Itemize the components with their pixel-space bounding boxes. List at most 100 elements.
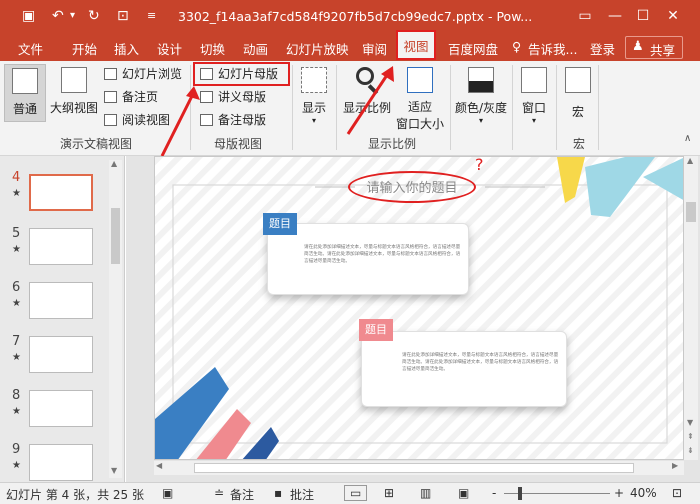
ribbon-options-icon[interactable]: ▭ (572, 4, 598, 28)
thumb-star: ★ (12, 460, 21, 471)
thumbnail-slide-6[interactable] (29, 282, 93, 319)
tab-slideshow[interactable]: 幻灯片放映 (286, 39, 349, 58)
thumb-number: 7 (12, 334, 21, 349)
notes-master-icon (200, 113, 213, 126)
thumbnail-scroll-thumb[interactable] (111, 208, 120, 264)
status-bar: 幻灯片 第 4 张，共 25 张 ▣ ≐ 备注 ▪ 批注 ▭ ⊞ ▥ ▣ - +… (0, 482, 700, 504)
share-button[interactable]: ♟ 共享 (625, 36, 683, 59)
tab-home[interactable]: 开始 (72, 39, 97, 58)
card-2-text: 请在此处添加详细描述文本，尽量与标题文本语言风格相符合，语言描述尽量简洁生动。请… (402, 353, 559, 372)
window-button[interactable]: 窗口 ▾ (516, 64, 552, 126)
redo-icon[interactable]: ↻ (88, 7, 100, 25)
title-bar: ▣ ↶ ▾ ↻ ⊡ ≡ 3302_f14aa3af7cd584f9207fb5d… (0, 0, 700, 34)
login-link[interactable]: 登录 (590, 39, 615, 58)
tab-animations[interactable]: 动画 (243, 39, 268, 58)
save-icon[interactable]: ▣ (22, 7, 35, 25)
notes-page-icon (104, 90, 117, 103)
zoom-button[interactable]: 显示比例 (340, 64, 394, 122)
macros-icon (565, 67, 591, 93)
fit-window-icon (407, 67, 433, 93)
thumbnail-slide-8[interactable] (29, 390, 93, 427)
thumb-star: ★ (12, 244, 21, 255)
person-icon: ♟ (632, 39, 644, 54)
sorter-view-status-icon[interactable]: ⊞ (384, 486, 394, 500)
thumb-number: 6 (12, 280, 21, 295)
fit-slide-icon[interactable]: ⊡ (672, 486, 682, 500)
tab-baidu[interactable]: 百度网盘 (448, 39, 498, 58)
group-label-master-views: 母版视图 (214, 137, 263, 151)
tell-me[interactable]: 告诉我... (528, 39, 577, 58)
handout-master-button[interactable]: 讲义母版 (200, 87, 266, 107)
thumbnail-scrollbar[interactable]: ▲ ▼ (109, 159, 122, 478)
normal-view-icon (12, 68, 38, 94)
reading-view-button[interactable]: 阅读视图 (104, 110, 170, 130)
normal-view-status-icon[interactable]: ▭ (344, 485, 368, 501)
zoom-level[interactable]: 40% (630, 486, 657, 500)
thumb-star: ★ (12, 298, 21, 309)
card-2-tag: 题目 (359, 319, 393, 341)
thumb-number: 5 (12, 226, 21, 241)
editor-horizontal-scrollbar[interactable]: ◀ ▶ (154, 461, 684, 475)
slide-sorter-button[interactable]: 幻灯片浏览 (104, 64, 182, 84)
thumbnail-slide-7[interactable] (29, 336, 93, 373)
reading-view-status-icon[interactable]: ▥ (420, 486, 431, 500)
slide-title-placeholder[interactable]: 请输入你的题目 (345, 177, 479, 196)
editor-hscroll-thumb[interactable] (194, 463, 634, 473)
thumbnail-slide-4[interactable] (29, 174, 93, 211)
thumb-number: 8 (12, 388, 21, 403)
tab-insert[interactable]: 插入 (114, 39, 139, 58)
thumb-number: 9 (12, 442, 21, 457)
spellcheck-icon[interactable]: ▣ (162, 486, 173, 500)
notes-button[interactable]: 备注 (230, 486, 254, 503)
thumb-star: ★ (12, 352, 21, 363)
comments-icon: ▪ (274, 486, 283, 500)
zoom-slider-thumb[interactable] (518, 487, 522, 500)
editor-vertical-scrollbar[interactable]: ▲ ▼ ⇞ ⇟ (684, 156, 698, 460)
slideshow-status-icon[interactable]: ▣ (458, 486, 469, 500)
macros-button[interactable]: 宏 (560, 64, 596, 126)
thumb-star: ★ (12, 406, 21, 417)
zoom-in-button[interactable]: + (614, 486, 624, 500)
outline-view-icon (61, 67, 87, 93)
content-card-1[interactable]: 请在此处添加详细描述文本，尽量与标题文本语言风格相符合，语言描述尽量简洁生动。请… (267, 223, 469, 295)
thumbnail-slide-9[interactable] (29, 444, 93, 481)
group-label-macros: 宏 (573, 137, 586, 151)
reading-view-icon (104, 113, 117, 126)
tab-review[interactable]: 审阅 (362, 39, 387, 58)
card-1-tag: 题目 (263, 213, 297, 235)
customize-icon[interactable]: ≡ (147, 7, 156, 25)
fit-window-button[interactable]: 适应 窗口大小 (394, 64, 446, 131)
zoom-out-button[interactable]: - (492, 486, 496, 500)
notes-icon: ≐ (214, 486, 225, 500)
show-button[interactable]: 显示 ▾ (296, 64, 332, 126)
tab-design[interactable]: 设计 (157, 39, 182, 58)
comments-button[interactable]: 批注 (290, 486, 314, 503)
thumbnail-slide-5[interactable] (29, 228, 93, 265)
normal-view-button[interactable]: 普通 (4, 64, 46, 122)
magnifier-icon (352, 65, 382, 95)
outline-view-button[interactable]: 大纲视图 (48, 64, 100, 122)
editor-scroll-thumb[interactable] (686, 202, 696, 222)
thumb-star: ★ (12, 188, 21, 199)
content-card-2[interactable]: 请在此处添加详细描述文本，尽量与标题文本语言风格相符合，语言描述尽量简洁生动。请… (361, 331, 567, 407)
minimize-icon[interactable]: — (602, 4, 628, 28)
maximize-icon[interactable]: ☐ (630, 4, 656, 28)
tab-view[interactable]: 视图 (396, 30, 436, 60)
undo-icon[interactable]: ↶ (52, 7, 64, 25)
show-icon (301, 67, 327, 93)
tab-file[interactable]: 文件 (18, 39, 43, 58)
handout-master-icon (200, 90, 213, 103)
thumb-number: 4 (12, 170, 21, 185)
collapse-ribbon-icon[interactable]: ∧ (684, 133, 691, 144)
notes-page-button[interactable]: 备注页 (104, 87, 158, 107)
group-label-presentation-views: 演示文稿视图 (60, 137, 133, 151)
tab-transitions[interactable]: 切换 (200, 39, 225, 58)
color-grayscale-button[interactable]: 颜色/灰度 ▾ (452, 64, 510, 126)
close-icon[interactable]: ✕ (660, 4, 686, 28)
question-mark: ? (475, 156, 484, 174)
notes-master-button[interactable]: 备注母版 (200, 110, 266, 130)
document-title: 3302_f14aa3af7cd584f9207fb5d7cb99edc7.pp… (178, 9, 533, 24)
slide-canvas[interactable]: 请输入你的题目 ? 请在此处添加详细描述文本，尽量与标题文本语言风格相符合，语言… (154, 156, 684, 460)
ribbon: 普通 大纲视图 幻灯片浏览 备注页 阅读视图 演示文稿视图 幻灯片母版 讲义母版… (0, 61, 700, 156)
present-icon[interactable]: ⊡ (117, 7, 129, 25)
